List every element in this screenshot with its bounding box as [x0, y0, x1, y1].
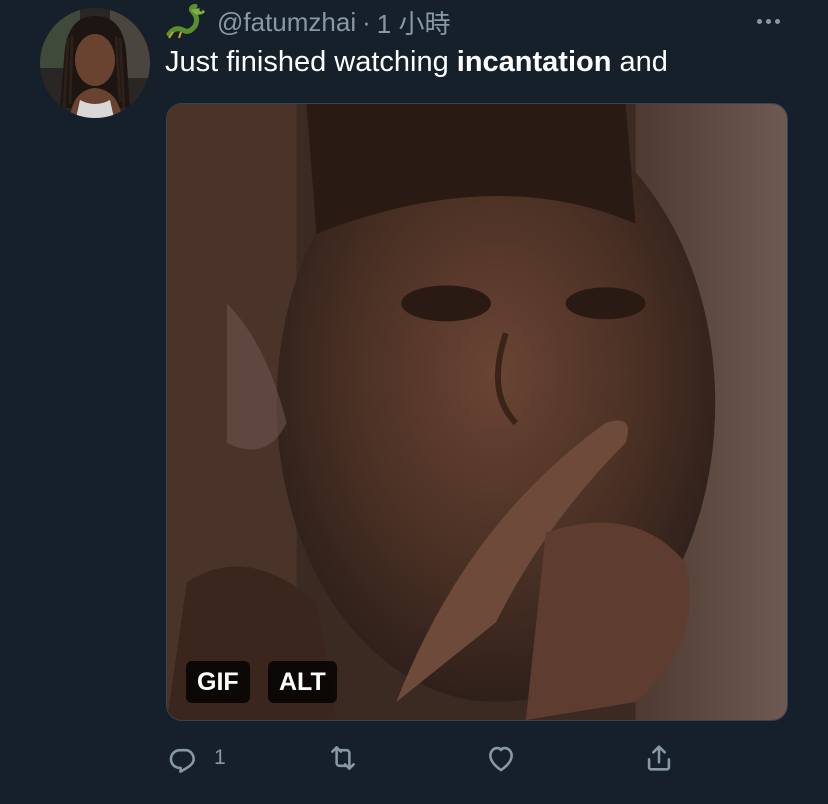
gif-badge[interactable]: GIF [186, 661, 250, 703]
tweet[interactable]: @fatumzhai · 1 小時 Just finished watching… [0, 0, 828, 804]
tweet-header: @fatumzhai · 1 小時 [165, 3, 451, 41]
gif-frame [167, 104, 787, 720]
tweet-text-start: Just finished watching [165, 46, 457, 78]
alt-badge[interactable]: ALT [268, 661, 337, 703]
tweet-media-gif[interactable]: GIF ALT [166, 103, 788, 721]
tweet-text: Just finished watching incantation and [165, 46, 668, 79]
avatar-image [40, 8, 150, 118]
reply-button[interactable]: 1 [166, 736, 226, 780]
separator: · [362, 6, 371, 37]
retweet-button[interactable] [326, 736, 374, 780]
tweet-text-bold: incantation [456, 46, 612, 78]
dragon-icon [165, 3, 209, 40]
tweet-time[interactable]: 1 小時 [377, 4, 451, 41]
author-handle[interactable]: @fatumzhai [217, 7, 356, 38]
like-button[interactable] [484, 736, 532, 780]
share-icon [647, 745, 671, 771]
tweet-actions: 1 [166, 736, 788, 780]
share-button[interactable] [642, 736, 676, 780]
tweet-text-end: and [611, 46, 668, 78]
reply-icon [169, 748, 195, 773]
heart-icon [489, 746, 513, 772]
retweet-icon [331, 746, 355, 770]
more-options-icon[interactable] [752, 8, 784, 34]
reply-count: 1 [214, 746, 226, 769]
avatar[interactable] [40, 8, 150, 118]
